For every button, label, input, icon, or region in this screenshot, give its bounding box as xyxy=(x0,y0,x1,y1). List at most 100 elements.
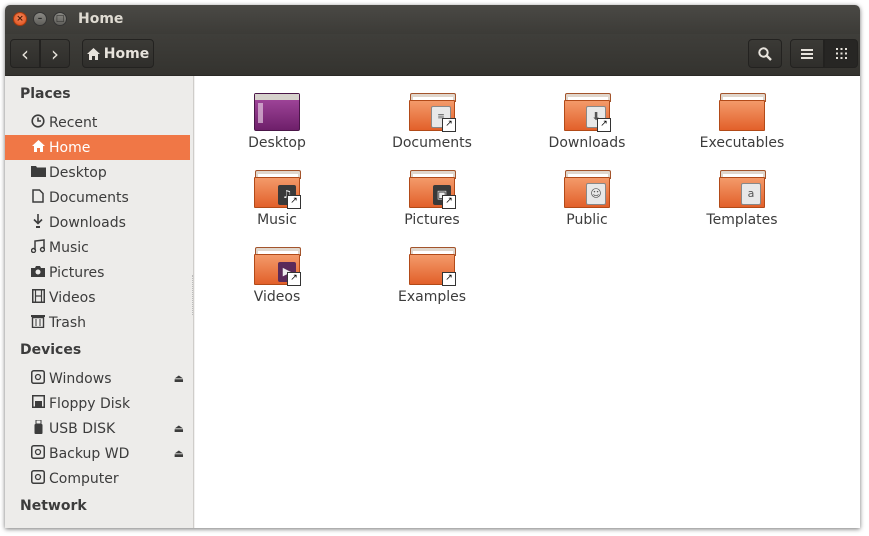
title-bar: × – □ Home xyxy=(5,5,860,34)
file-item-label: Music xyxy=(257,212,297,228)
file-item-music[interactable]: ♫↗ Music xyxy=(217,170,337,228)
drive-icon xyxy=(29,469,47,488)
folder-icon xyxy=(719,93,766,131)
file-item-label: Executables xyxy=(699,135,785,151)
path-bar-label: Home xyxy=(103,45,150,62)
search-button[interactable] xyxy=(748,39,782,68)
eject-icon[interactable]: ⏏ xyxy=(174,447,184,460)
file-item-label: Desktop xyxy=(248,135,306,151)
file-item-documents[interactable]: ≡ ↗ Documents xyxy=(372,93,492,151)
list-view-icon xyxy=(801,48,813,59)
list-view-button[interactable] xyxy=(790,39,824,68)
eject-icon[interactable]: ⏏ xyxy=(174,372,184,385)
download-icon xyxy=(29,213,47,232)
documents-folder-icon: ≡ ↗ xyxy=(409,93,456,132)
file-item-label: Videos xyxy=(253,289,301,305)
sidebar-item-floppy-disk[interactable]: Floppy Disk xyxy=(5,391,190,416)
sidebar-item-usb-disk[interactable]: USB DISK ⏏ xyxy=(5,416,190,441)
file-item-executables[interactable]: Executables xyxy=(682,93,802,151)
file-item-pictures[interactable]: ▣↗ Pictures xyxy=(372,170,492,228)
sidebar-item-label: USB DISK xyxy=(49,420,116,437)
network-heading: Network xyxy=(20,498,87,514)
devices-heading: Devices xyxy=(20,342,82,358)
file-item-label: Pictures xyxy=(404,212,460,228)
trash-icon xyxy=(29,314,47,332)
forward-button[interactable]: › xyxy=(40,39,70,68)
sidebar-item-music[interactable]: Music xyxy=(5,235,190,260)
floppy-icon xyxy=(29,395,47,412)
sidebar-item-backup-wd[interactable]: Backup WD ⏏ xyxy=(5,441,190,466)
sidebar-item-label: Downloads xyxy=(49,214,126,231)
music-icon xyxy=(29,238,47,257)
file-item-downloads[interactable]: ⬇ ↗ Downloads xyxy=(527,93,647,151)
maximize-window-button[interactable]: □ xyxy=(53,12,67,26)
sidebar-item-label: Computer xyxy=(49,470,119,487)
sidebar-item-pictures[interactable]: Pictures xyxy=(5,260,190,285)
sidebar-item-label: Documents xyxy=(49,189,129,206)
file-item-label: Templates xyxy=(706,212,778,228)
file-item-examples[interactable]: ↗ Examples xyxy=(372,247,492,305)
sidebar-item-label: Pictures xyxy=(49,264,105,281)
close-window-button[interactable]: × xyxy=(13,12,27,26)
grid-view-icon xyxy=(835,48,847,59)
file-item-label: Documents xyxy=(392,135,472,151)
templates-folder-icon: a xyxy=(719,170,766,208)
sidebar-item-label: Backup WD xyxy=(49,445,130,462)
grid-view-button[interactable] xyxy=(824,39,858,68)
chevron-left-icon: ‹ xyxy=(21,41,29,66)
sidebar-item-computer[interactable]: Computer xyxy=(5,466,190,491)
sidebar-item-label: Floppy Disk xyxy=(49,395,131,412)
document-icon xyxy=(29,188,47,207)
camera-icon xyxy=(29,265,47,281)
usb-icon xyxy=(29,419,47,438)
file-item-label: Examples xyxy=(397,289,467,305)
back-button[interactable]: ‹ xyxy=(10,39,40,68)
search-icon xyxy=(758,46,772,61)
sidebar-item-label: Videos xyxy=(49,289,96,306)
desktop-folder-icon xyxy=(254,93,300,131)
downloads-folder-icon: ⬇ ↗ xyxy=(564,93,611,132)
folder-icon xyxy=(29,165,47,181)
sidebar-item-label: Music xyxy=(49,239,89,256)
link-folder-icon: ↗ xyxy=(409,247,456,286)
drive-icon xyxy=(29,369,47,388)
window-title: Home xyxy=(78,11,124,27)
minimize-window-button[interactable]: – xyxy=(33,12,47,26)
sidebar-item-label: Trash xyxy=(49,314,86,331)
music-folder-icon: ♫↗ xyxy=(254,170,301,209)
sidebar-item-windows[interactable]: Windows ⏏ xyxy=(5,366,190,391)
sidebar-item-label: Windows xyxy=(49,370,112,387)
videos-folder-icon: ▶↗ xyxy=(254,247,301,286)
file-item-videos[interactable]: ▶↗ Videos xyxy=(217,247,337,305)
film-icon xyxy=(29,288,47,307)
file-item-templates[interactable]: a Templates xyxy=(682,170,802,228)
sidebar-item-desktop[interactable]: Desktop xyxy=(5,160,190,185)
sidebar-item-trash[interactable]: Trash xyxy=(5,310,190,335)
file-item-label: Public xyxy=(566,212,608,228)
public-folder-icon: ☺ xyxy=(564,170,611,208)
file-item-public[interactable]: ☺ Public xyxy=(527,170,647,228)
sidebar-item-label: Recent xyxy=(49,114,98,131)
path-bar-home-button[interactable]: Home xyxy=(82,39,154,68)
drive-icon xyxy=(29,444,47,463)
sidebar-item-documents[interactable]: Documents xyxy=(5,185,190,210)
file-manager-window: × – □ Home ‹ › Home Places Recent Home D… xyxy=(5,5,860,528)
file-item-desktop[interactable]: Desktop xyxy=(217,93,337,151)
sidebar: Places Recent Home Desktop Documents Dow… xyxy=(5,76,194,528)
file-view: Desktop ≡ ↗ Documents ⬇ ↗ Downloads Execut… xyxy=(195,76,860,528)
eject-icon[interactable]: ⏏ xyxy=(174,422,184,435)
sidebar-item-downloads[interactable]: Downloads xyxy=(5,210,190,235)
file-item-label: Downloads xyxy=(548,135,626,151)
pictures-folder-icon: ▣↗ xyxy=(409,170,456,209)
home-icon xyxy=(29,139,47,156)
clock-icon xyxy=(29,113,47,132)
sidebar-item-label: Desktop xyxy=(49,164,107,181)
chevron-right-icon: › xyxy=(51,41,59,66)
home-icon xyxy=(86,47,100,60)
toolbar: ‹ › Home xyxy=(5,34,860,76)
places-heading: Places xyxy=(20,86,71,102)
sidebar-item-home[interactable]: Home xyxy=(5,135,190,160)
sidebar-item-recent[interactable]: Recent xyxy=(5,110,190,135)
sidebar-item-label: Home xyxy=(49,139,91,156)
sidebar-item-videos[interactable]: Videos xyxy=(5,285,190,310)
